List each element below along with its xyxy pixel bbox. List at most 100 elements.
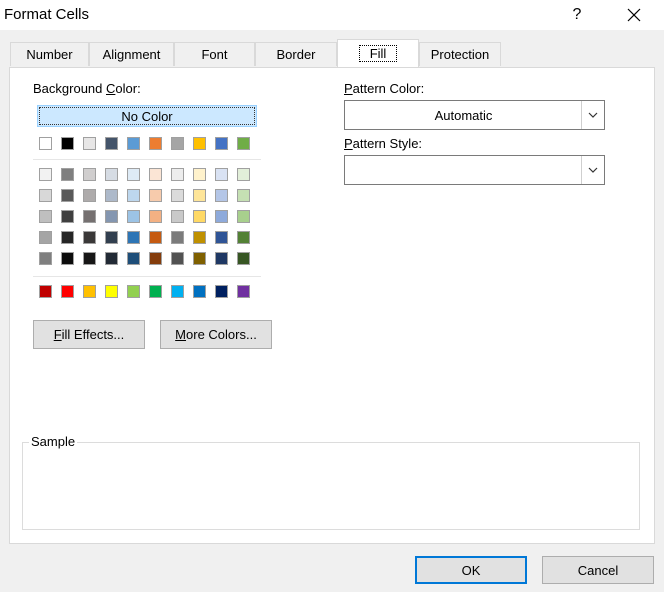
help-button[interactable]: ?: [560, 0, 594, 30]
standard-color-swatch[interactable]: [193, 285, 206, 298]
tint-color-swatch[interactable]: [237, 231, 250, 244]
standard-color-swatch[interactable]: [61, 285, 74, 298]
tint-color-swatch[interactable]: [171, 168, 184, 181]
tint-color-swatch[interactable]: [61, 231, 74, 244]
access-key: P: [344, 81, 353, 96]
title-bar: Format Cells ?: [0, 0, 664, 30]
theme-color-swatch[interactable]: [127, 137, 140, 150]
tint-color-swatch[interactable]: [61, 210, 74, 223]
tint-color-swatch[interactable]: [237, 252, 250, 265]
standard-color-swatch[interactable]: [127, 285, 140, 298]
access-key: M: [175, 327, 187, 342]
more-colors-button[interactable]: More Colors...: [160, 320, 272, 349]
theme-color-swatch[interactable]: [215, 137, 228, 150]
tint-color-swatch[interactable]: [105, 189, 118, 202]
pattern-style-dropdown[interactable]: [344, 155, 605, 185]
tab-label: Font: [201, 47, 228, 62]
tint-color-swatch[interactable]: [193, 168, 206, 181]
tint-color-swatch[interactable]: [61, 189, 74, 202]
window-title: Format Cells: [4, 6, 90, 23]
tint-color-swatch[interactable]: [83, 252, 96, 265]
tint-color-swatch[interactable]: [83, 168, 96, 181]
pattern-color-dropdown[interactable]: Automatic: [344, 100, 605, 130]
tint-color-swatch[interactable]: [171, 210, 184, 223]
palette-divider: [33, 276, 261, 277]
theme-color-swatch[interactable]: [83, 137, 96, 150]
standard-color-swatch[interactable]: [171, 285, 184, 298]
tint-color-swatch[interactable]: [127, 189, 140, 202]
tint-color-swatch[interactable]: [83, 189, 96, 202]
theme-color-swatch[interactable]: [237, 137, 250, 150]
tab-label: Protection: [430, 47, 490, 62]
tint-color-swatch[interactable]: [237, 168, 250, 181]
tint-color-swatch[interactable]: [171, 231, 184, 244]
tint-color-swatch[interactable]: [149, 252, 162, 265]
tint-color-swatch[interactable]: [193, 231, 206, 244]
tab-alignment[interactable]: Alignment: [89, 42, 174, 66]
tint-color-swatch[interactable]: [149, 210, 162, 223]
tint-color-swatch[interactable]: [171, 189, 184, 202]
standard-color-swatch[interactable]: [149, 285, 162, 298]
standard-color-swatch[interactable]: [215, 285, 228, 298]
standard-color-swatch[interactable]: [237, 285, 250, 298]
tint-color-swatch[interactable]: [193, 252, 206, 265]
tint-color-swatch[interactable]: [193, 189, 206, 202]
tint-color-swatch[interactable]: [215, 210, 228, 223]
tint-color-swatch[interactable]: [61, 168, 74, 181]
tint-color-swatch[interactable]: [83, 231, 96, 244]
theme-color-swatch[interactable]: [105, 137, 118, 150]
tab-fill[interactable]: Fill: [337, 39, 419, 67]
button-label: Cancel: [577, 562, 619, 578]
theme-color-swatch[interactable]: [171, 137, 184, 150]
palette-divider: [33, 159, 261, 160]
tint-color-swatch[interactable]: [105, 210, 118, 223]
tint-color-swatch[interactable]: [215, 252, 228, 265]
theme-color-swatch[interactable]: [39, 137, 52, 150]
tint-color-swatch[interactable]: [215, 168, 228, 181]
standard-color-swatch[interactable]: [105, 285, 118, 298]
tint-color-swatch[interactable]: [171, 252, 184, 265]
tint-color-swatch[interactable]: [39, 210, 52, 223]
tint-color-swatch[interactable]: [39, 252, 52, 265]
tint-color-swatch[interactable]: [105, 252, 118, 265]
dropdown-button[interactable]: [581, 156, 604, 184]
tint-color-swatch[interactable]: [193, 210, 206, 223]
tint-color-swatch[interactable]: [127, 252, 140, 265]
tint-color-swatch[interactable]: [39, 189, 52, 202]
tint-color-swatch[interactable]: [39, 231, 52, 244]
close-button[interactable]: [616, 0, 652, 30]
cancel-button[interactable]: Cancel: [542, 556, 654, 584]
tab-border[interactable]: Border: [255, 42, 337, 66]
tint-color-swatch[interactable]: [105, 168, 118, 181]
theme-color-swatch[interactable]: [149, 137, 162, 150]
tint-color-swatch[interactable]: [237, 210, 250, 223]
close-icon: [627, 8, 641, 22]
chevron-down-icon: [588, 167, 598, 173]
label-text: Background: [33, 81, 106, 96]
tint-color-swatch[interactable]: [149, 189, 162, 202]
tint-color-swatch[interactable]: [127, 168, 140, 181]
tint-color-swatch[interactable]: [149, 168, 162, 181]
no-color-button[interactable]: No Color: [37, 105, 257, 127]
theme-color-swatch[interactable]: [193, 137, 206, 150]
tint-color-swatch[interactable]: [39, 168, 52, 181]
tab-number[interactable]: Number: [10, 42, 89, 66]
tab-font[interactable]: Font: [174, 42, 255, 66]
ok-button[interactable]: OK: [415, 556, 527, 584]
tint-color-swatch[interactable]: [149, 231, 162, 244]
tint-color-swatch[interactable]: [105, 231, 118, 244]
tint-color-swatch[interactable]: [237, 189, 250, 202]
tint-color-swatch[interactable]: [215, 231, 228, 244]
dropdown-button[interactable]: [581, 101, 604, 129]
standard-color-swatch[interactable]: [39, 285, 52, 298]
tint-color-swatch[interactable]: [127, 231, 140, 244]
focus-rect: [39, 107, 255, 125]
standard-color-swatch[interactable]: [83, 285, 96, 298]
tint-color-swatch[interactable]: [215, 189, 228, 202]
tint-color-swatch[interactable]: [127, 210, 140, 223]
tab-protection[interactable]: Protection: [419, 42, 501, 66]
tint-color-swatch[interactable]: [83, 210, 96, 223]
tint-color-swatch[interactable]: [61, 252, 74, 265]
fill-effects-button[interactable]: Fill Effects...: [33, 320, 145, 349]
theme-color-swatch[interactable]: [61, 137, 74, 150]
